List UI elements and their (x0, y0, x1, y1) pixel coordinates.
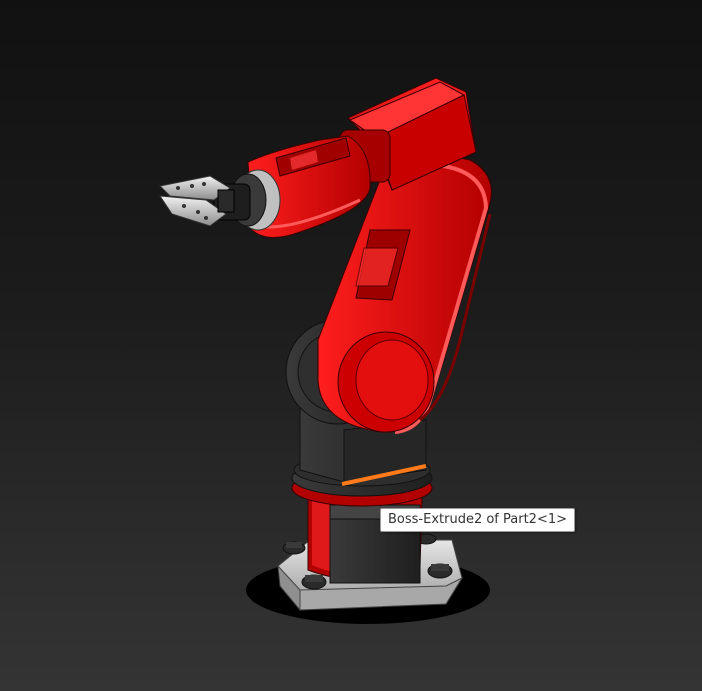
elbow-cap (337, 331, 435, 433)
graphics-viewport[interactable]: Boss-Extrude2 of Part2<1> (0, 0, 702, 691)
feature-tooltip: Boss-Extrude2 of Part2<1> (380, 508, 576, 532)
robot-arm-model[interactable] (0, 0, 702, 691)
